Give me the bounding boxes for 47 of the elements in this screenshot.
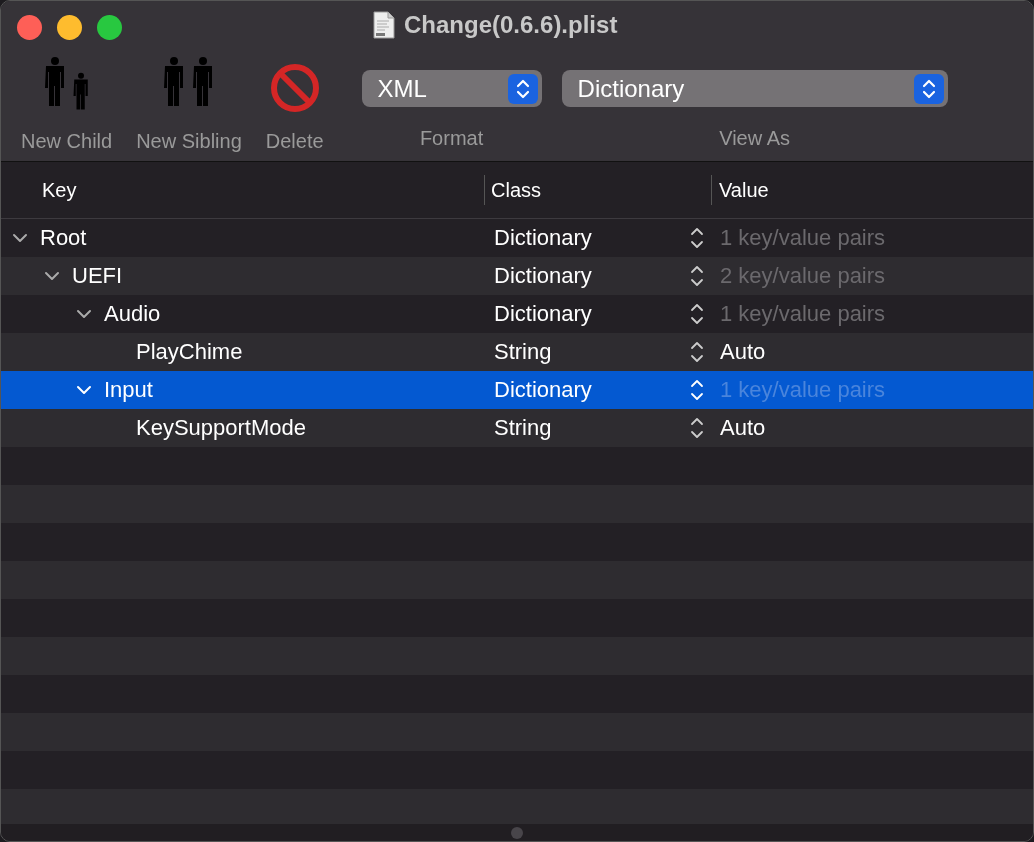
key-text: KeySupportMode	[136, 415, 306, 441]
stepper-icon	[913, 73, 944, 104]
new-child-button[interactable]: New Child	[9, 53, 125, 153]
view-as-dropdown[interactable]: Dictionary	[561, 70, 948, 107]
stepper-icon[interactable]	[688, 303, 706, 325]
stepper-icon	[507, 73, 538, 104]
value-text: 2 key/value pairs	[720, 263, 886, 288]
prohibited-sign-icon	[270, 64, 319, 112]
key-text: Root	[40, 225, 87, 251]
value-text: 1 key/value pairs	[720, 377, 886, 402]
view-as-label: View As	[719, 127, 790, 150]
value-text: 1 key/value pairs	[720, 301, 886, 326]
document-icon	[373, 11, 395, 39]
key-text: UEFI	[72, 263, 123, 289]
stepper-icon[interactable]	[688, 265, 706, 287]
key-text: Audio	[104, 301, 161, 327]
delete-button[interactable]: Delete	[253, 53, 336, 153]
column-header[interactable]: Class	[484, 175, 711, 205]
key-text: PlayChime	[136, 339, 243, 365]
class-text: Dictionary	[494, 263, 592, 289]
class-text: String	[494, 415, 552, 441]
table-row[interactable]: PlayChime String Auto	[1, 333, 1033, 371]
format-label: Format	[419, 127, 484, 150]
class-text: Dictionary	[494, 377, 592, 403]
stepper-icon[interactable]	[688, 417, 706, 439]
format-dropdown[interactable]: XML	[361, 70, 542, 107]
table-row[interactable]: KeySupportMode String Auto	[1, 409, 1033, 447]
window-title: Change(0.6.6).plist	[404, 11, 618, 39]
stepper-icon[interactable]	[688, 227, 706, 249]
column-header[interactable]: Key	[1, 175, 484, 205]
table-row[interactable]: Input Dictionary 1 key/value pairs	[1, 371, 1033, 409]
table-row[interactable]: UEFI Dictionary 2 key/value pairs	[1, 257, 1033, 295]
stepper-icon[interactable]	[688, 341, 706, 363]
class-text: String	[494, 339, 552, 365]
resize-handle[interactable]	[511, 826, 523, 839]
minimize-button[interactable]	[57, 14, 82, 40]
zoom-button[interactable]	[97, 14, 122, 40]
class-text: Dictionary	[494, 225, 592, 251]
value-text: Auto	[720, 415, 766, 440]
stepper-icon[interactable]	[688, 379, 706, 401]
value-text: 1 key/value pairs	[720, 225, 886, 250]
close-button[interactable]	[17, 14, 42, 40]
value-text: Auto	[720, 339, 766, 364]
key-text: Input	[104, 377, 153, 403]
new-sibling-button[interactable]: New Sibling	[124, 53, 254, 153]
column-header[interactable]: Value	[711, 175, 1033, 205]
class-text: Dictionary	[494, 301, 592, 327]
